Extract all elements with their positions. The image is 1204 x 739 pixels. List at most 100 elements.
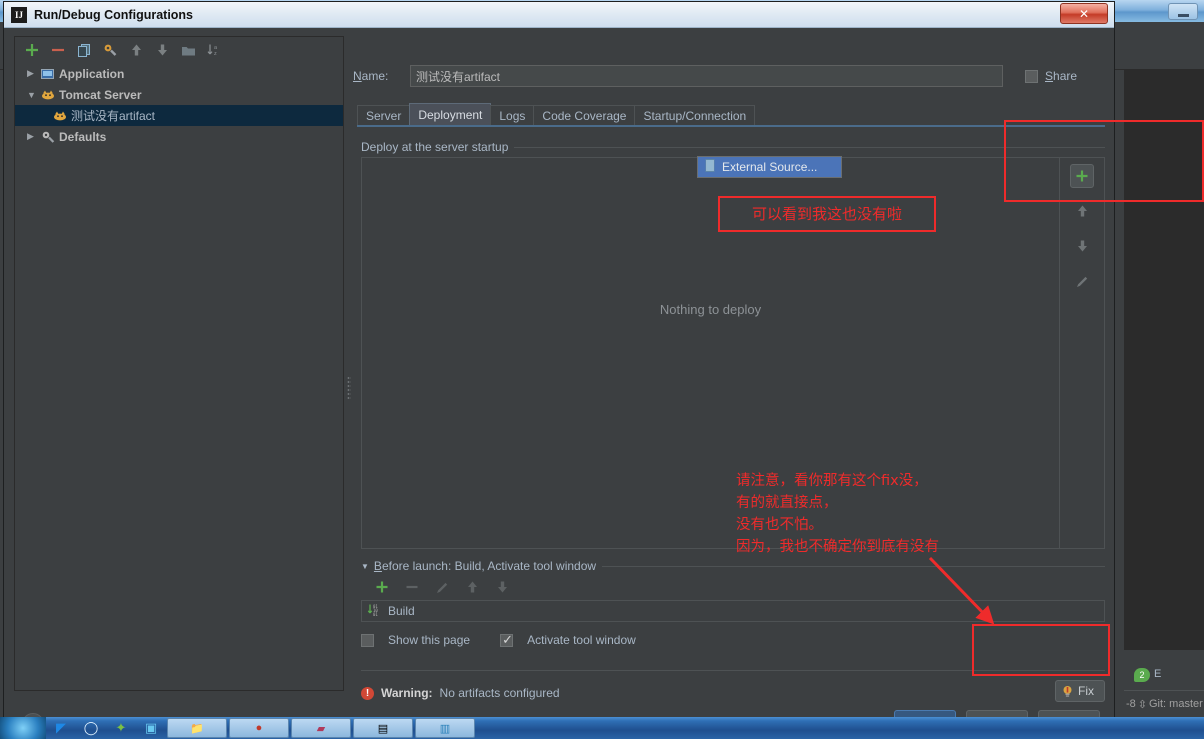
name-label-rest: ame: bbox=[361, 69, 389, 83]
ide-tool-pane bbox=[1124, 70, 1204, 650]
before-launch-toolbar bbox=[361, 574, 1105, 600]
move-down-button[interactable] bbox=[151, 39, 173, 61]
external-source-icon bbox=[704, 159, 716, 175]
build-icon: 01 10 01 bbox=[367, 603, 382, 620]
create-folder-button[interactable] bbox=[177, 39, 199, 61]
activate-tool-window-checkbox[interactable] bbox=[500, 632, 514, 648]
notification-badge-label: E bbox=[1154, 668, 1162, 680]
tree-item-label: Application bbox=[59, 66, 125, 81]
tree-item-configuration[interactable]: 测试没有artifact bbox=[15, 105, 343, 126]
notification-badge[interactable]: 2 bbox=[1134, 668, 1150, 682]
edit-defaults-wrench-icon[interactable] bbox=[99, 39, 121, 61]
add-deployment-button[interactable] bbox=[1070, 164, 1094, 188]
taskbar-window-notes[interactable]: ▤ bbox=[353, 718, 413, 738]
status-encoding-arrows[interactable]: ⇳ bbox=[1136, 698, 1147, 711]
deploy-group-legend-row: Deploy at the server startup bbox=[361, 139, 1105, 155]
tree-item-label: 测试没有artifact bbox=[71, 109, 156, 123]
before-launch-mnemonic: B bbox=[373, 559, 382, 573]
menu-item-external-source[interactable]: External Source... bbox=[698, 157, 841, 177]
tab-startup-connection[interactable]: Startup/Connection bbox=[634, 105, 756, 125]
taskbar-icon-app[interactable]: ✦ bbox=[107, 718, 135, 738]
deploy-side-toolbar bbox=[1060, 158, 1104, 548]
tab-logs[interactable]: Logs bbox=[490, 105, 535, 125]
svg-text:01: 01 bbox=[373, 612, 378, 617]
panel-splitter[interactable] bbox=[345, 36, 353, 691]
add-task-button[interactable] bbox=[371, 576, 393, 598]
before-launch-legend-row: ▼ Before launch: Build, Activate tool wi… bbox=[361, 558, 1105, 574]
close-icon[interactable]: ✕ bbox=[1060, 3, 1108, 24]
svg-text:z: z bbox=[214, 51, 217, 57]
editor-tabs[interactable]: Server Deployment Logs Code Coverage Sta… bbox=[357, 103, 1105, 125]
taskbar-window-explorer[interactable]: 📁 bbox=[167, 718, 227, 738]
share-label-rest: hare bbox=[1053, 69, 1078, 83]
taskbar-icon-media[interactable]: ▣ bbox=[137, 718, 165, 738]
before-launch-task-label: Build bbox=[388, 604, 415, 618]
intellij-logo-icon: IJ bbox=[11, 6, 27, 23]
add-deployment-popup-menu[interactable]: External Source... bbox=[697, 156, 842, 178]
tab-server[interactable]: Server bbox=[357, 105, 411, 125]
tree-item-application[interactable]: ▶ Application bbox=[15, 63, 343, 84]
status-git-branch[interactable]: Git: master bbox=[1147, 698, 1203, 710]
show-this-page-label: Show this page bbox=[388, 633, 471, 647]
show-this-page-checkbox[interactable] bbox=[361, 633, 374, 647]
deploy-artifact-list[interactable]: Nothing to deploy bbox=[362, 158, 1060, 548]
task-move-up-button bbox=[461, 576, 483, 598]
move-up-deployment-button[interactable] bbox=[1070, 199, 1094, 223]
application-icon bbox=[41, 68, 59, 80]
before-launch-expander-icon[interactable]: ▼ bbox=[361, 562, 369, 571]
edit-task-button bbox=[431, 576, 453, 598]
dialog-titlebar[interactable]: IJ Run/Debug Configurations ✕ bbox=[4, 2, 1114, 28]
expander-icon[interactable]: ▶ bbox=[27, 68, 41, 79]
configuration-editor-panel: Name: Share Server Deployment Logs Code … bbox=[353, 36, 1105, 702]
tab-deployment[interactable]: Deployment bbox=[409, 103, 492, 125]
expander-icon[interactable]: ▶ bbox=[27, 131, 41, 142]
add-configuration-button[interactable] bbox=[21, 39, 43, 61]
configurations-tree[interactable]: ▶ Application ▼ Tomcat Server 测试没有artifa… bbox=[15, 63, 343, 690]
windows-taskbar: ◤ ◯ ✦ ▣ 📁 ● ▰ ▤ ▥ bbox=[0, 717, 1204, 739]
configurations-panel: a z ▶ Application ▼ Tomcat Server 测试没有ar… bbox=[14, 36, 344, 691]
share-checkbox-group[interactable]: Share bbox=[1025, 69, 1105, 83]
fix-button-label: Fix bbox=[1078, 684, 1094, 698]
taskbar-icon-browser[interactable]: ◯ bbox=[77, 718, 105, 738]
run-debug-configurations-dialog: IJ Run/Debug Configurations ✕ a z ▶ Appl… bbox=[3, 1, 1115, 735]
wrench-icon bbox=[41, 130, 59, 144]
tree-item-defaults[interactable]: ▶ Defaults bbox=[15, 126, 343, 147]
ide-minimize-button[interactable] bbox=[1168, 3, 1198, 20]
error-icon: ! bbox=[361, 686, 374, 700]
share-checkbox[interactable] bbox=[1025, 69, 1038, 83]
status-encoding[interactable]: -8 bbox=[1124, 698, 1136, 710]
start-button[interactable] bbox=[0, 717, 46, 739]
taskbar-icon-ie[interactable]: ◤ bbox=[47, 718, 75, 738]
taskbar-window-opera[interactable]: ● bbox=[229, 718, 289, 738]
warning-divider bbox=[361, 670, 1105, 671]
before-launch-legend: Before launch: Build, Activate tool wind… bbox=[374, 559, 602, 573]
task-move-down-button bbox=[491, 576, 513, 598]
name-label: Name: bbox=[353, 69, 410, 83]
deploy-at-startup-group: Deploy at the server startup Nothing to … bbox=[361, 139, 1105, 549]
move-down-deployment-button[interactable] bbox=[1070, 234, 1094, 258]
tree-item-tomcat-server[interactable]: ▼ Tomcat Server bbox=[15, 84, 343, 105]
activate-tool-window-label: Activate tool window bbox=[527, 633, 636, 647]
tree-item-label: Defaults bbox=[59, 129, 107, 144]
remove-configuration-button[interactable] bbox=[47, 39, 69, 61]
tab-code-coverage[interactable]: Code Coverage bbox=[533, 105, 636, 125]
dialog-title: Run/Debug Configurations bbox=[34, 7, 194, 22]
fix-button[interactable]: Fix bbox=[1055, 680, 1105, 702]
copy-configuration-button[interactable] bbox=[73, 39, 95, 61]
warning-row: ! Warning: No artifacts configured Fix bbox=[361, 680, 1105, 704]
taskbar-window-editor[interactable]: ▰ bbox=[291, 718, 351, 738]
before-launch-group: ▼ Before launch: Build, Activate tool wi… bbox=[361, 558, 1105, 650]
name-input[interactable] bbox=[410, 65, 1003, 87]
before-launch-task-row[interactable]: 01 10 01 Build bbox=[361, 600, 1105, 622]
sort-configurations-button[interactable]: a z bbox=[203, 39, 225, 61]
expander-icon[interactable]: ▼ bbox=[27, 90, 41, 100]
deploy-list-box: Nothing to deploy bbox=[361, 157, 1105, 549]
lightbulb-icon bbox=[1062, 685, 1073, 698]
name-label-mnemonic: N bbox=[353, 69, 362, 83]
configurations-toolbar: a z bbox=[15, 37, 343, 63]
taskbar-window-ide[interactable]: ▥ bbox=[415, 718, 475, 738]
move-up-button[interactable] bbox=[125, 39, 147, 61]
share-label-mnemonic: S bbox=[1045, 69, 1054, 83]
edit-deployment-button[interactable] bbox=[1070, 269, 1094, 293]
tree-item-label: Tomcat Server bbox=[59, 87, 142, 102]
